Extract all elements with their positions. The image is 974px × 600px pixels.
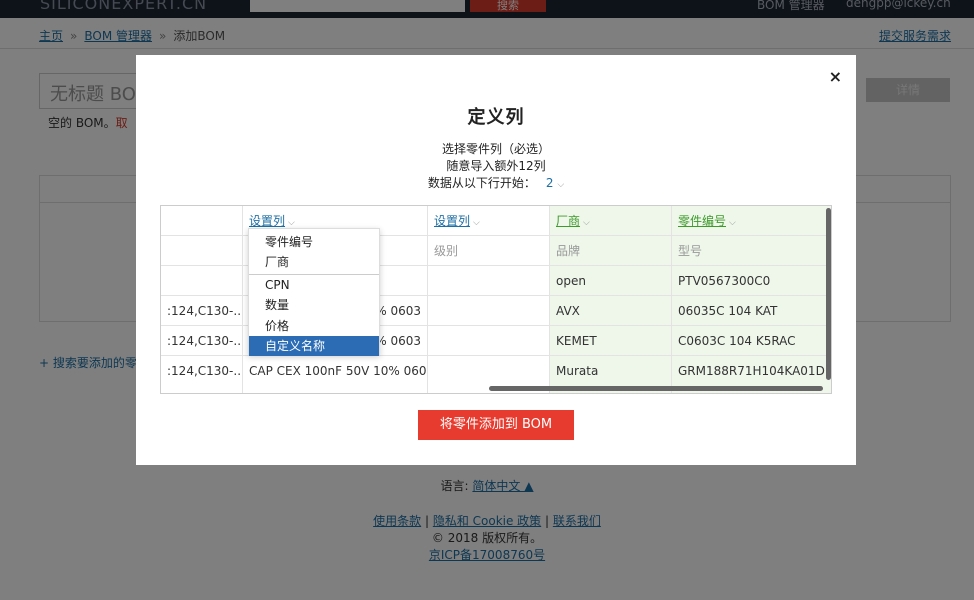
dropdown-item-custom-name[interactable]: 自定义名称 (249, 336, 379, 356)
dropdown-item-cpn[interactable]: CPN (249, 275, 379, 295)
dropdown-item-part-number[interactable]: 零件编号 (249, 232, 379, 252)
horizontal-scrollbar[interactable] (489, 386, 823, 391)
dialog-title: 定义列 (467, 107, 525, 128)
manufacturer-column-link[interactable]: 厂商 (556, 214, 580, 228)
column-type-dropdown: 零件编号 厂商 CPN 数量 价格 自定义名称 (248, 228, 380, 356)
instruction-select-part-column: 选择零件列（必选） (441, 142, 550, 156)
dropdown-item-manufacturer[interactable]: 厂商 (249, 252, 379, 272)
start-row-select[interactable]: 2 ⌵ (546, 176, 564, 190)
grid-cell (161, 236, 242, 266)
column-header-manufacturer[interactable]: 厂商 ⌵ (550, 206, 671, 236)
grid-cell: open (550, 266, 671, 296)
grid-cell (428, 356, 549, 386)
dropdown-item-quantity[interactable]: 数量 (249, 295, 379, 315)
set-column-link[interactable]: 设置列 (249, 214, 285, 228)
chevron-down-icon: ⌵ (729, 218, 736, 228)
chevron-down-icon: ⌵ (473, 218, 480, 228)
grid-cell: KEMET (550, 326, 671, 356)
grid-cell: AVX (550, 296, 671, 326)
column-header (161, 206, 242, 236)
grid-cell: CAP CEX 100nF 50V 10% 0603 (249, 364, 427, 378)
grid-cell (428, 296, 549, 326)
column-header-part-number[interactable]: 零件编号 ⌵ (672, 206, 831, 236)
instruction-extra-columns: 随意导入额外12列 (446, 159, 546, 173)
grid-cell: 级别 (428, 236, 549, 266)
part-number-column-link[interactable]: 零件编号 (678, 214, 726, 228)
grid-cell: PTV0567300C0 (672, 266, 831, 296)
chevron-down-icon: ⌵ (288, 218, 295, 228)
grid-column-0: :124,C130-... :124,C130-... :124,C130-..… (161, 206, 243, 393)
grid-cell (161, 266, 242, 296)
grid-column-2: 设置列 ⌵ 级别 (428, 206, 550, 393)
column-header-set[interactable]: 设置列 ⌵ (428, 206, 549, 236)
vertical-scrollbar[interactable] (826, 208, 831, 380)
start-row-label: 数据从以下行开始： (427, 176, 536, 190)
grid-column-manufacturer: 厂商 ⌵ 品牌 open AVX KEMET Murata (550, 206, 672, 393)
grid-cell: C0603C 104 K5RAC (672, 326, 831, 356)
chevron-down-icon: ⌵ (583, 218, 590, 228)
grid-column-part-number: 零件编号 ⌵ 型号 PTV0567300C0 06035C 104 KAT C06… (672, 206, 831, 393)
grid-cell: GRM188R71H104KA01D (678, 364, 825, 378)
chevron-down-icon: ⌵ (557, 180, 565, 190)
instruction-start-row: 数据从以下行开始： 2 ⌵ (136, 174, 856, 191)
grid-cell: 型号 (672, 236, 831, 266)
set-column-link[interactable]: 设置列 (434, 214, 470, 228)
grid-cell: Murata (556, 364, 599, 378)
grid-cell: 品牌 (550, 236, 671, 266)
grid-cell (428, 326, 549, 356)
grid-cell: :124,C130-... (161, 296, 242, 326)
grid-cell: :124,C130-... (167, 364, 242, 378)
grid-cell (428, 266, 549, 296)
grid-cell: :124,C130-... (161, 326, 242, 356)
dropdown-item-price[interactable]: 价格 (249, 316, 379, 336)
define-columns-dialog: × 定义列 选择零件列（必选） 随意导入额外12列 数据从以下行开始： 2 ⌵ :… (136, 55, 856, 465)
grid-cell: 06035C 104 KAT (672, 296, 831, 326)
close-icon[interactable]: × (829, 67, 842, 86)
add-parts-to-bom-button[interactable]: 将零件添加到 BOM (418, 410, 574, 440)
